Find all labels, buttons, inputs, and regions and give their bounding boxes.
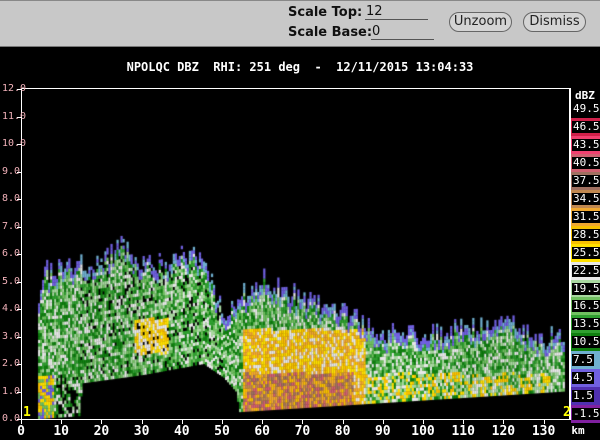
legend-label: 49.5 (572, 102, 600, 115)
y-tick-mark (17, 391, 22, 393)
x-tick-label: 130 (531, 424, 556, 439)
x-tick-mark (503, 420, 505, 424)
unzoom-button[interactable]: Unzoom (449, 12, 512, 32)
y-tick-mark (17, 144, 22, 145)
y-tick-mark (17, 171, 22, 173)
legend-item: 25.5 (571, 243, 600, 262)
legend-label: 7.5 (572, 353, 594, 367)
legend-item: 10.5 (571, 333, 600, 352)
legend-label: 4.5 (572, 371, 594, 385)
scale-base-input[interactable]: 0 (371, 24, 434, 40)
legend-label: 28.5 (572, 227, 600, 241)
legend-label: -1.5 (572, 407, 600, 421)
x-tick-mark (61, 420, 63, 424)
y-tick-mark (17, 226, 22, 228)
y-tick-mark (17, 364, 22, 365)
x-tick-label: 90 (374, 424, 391, 439)
y-tick-label: 10.0 (2, 138, 27, 149)
x-tick-mark (342, 420, 344, 424)
legend-item: 40.5 (571, 153, 600, 172)
legend-label: 37.5 (572, 173, 600, 187)
legend-label: 31.5 (572, 209, 600, 223)
plot-title: NPOLQC DBZ RHI: 251 deg - 12/11/2015 13:… (126, 60, 474, 74)
legend-label: 13.5 (572, 317, 600, 331)
legend-item: 13.5 (571, 315, 600, 334)
x-tick-label: 120 (491, 424, 516, 439)
x-tick-mark (262, 420, 264, 424)
legend-label: 43.5 (572, 137, 600, 151)
legend-label: 1.5 (572, 389, 594, 403)
legend-label: 46.5 (572, 119, 600, 133)
plot-area (21, 88, 571, 420)
legend-label: 16.5 (572, 299, 600, 313)
x-tick-mark (463, 420, 465, 424)
legend-item: 31.5 (571, 207, 600, 226)
x-tick-mark (302, 420, 304, 424)
x-tick-mark (101, 420, 103, 424)
x-tick-label: 0 (17, 424, 25, 439)
x-unit-label: km (571, 424, 585, 437)
x-tick-label: 60 (254, 424, 271, 439)
y-tick-mark (17, 281, 22, 283)
legend-label: 25.5 (572, 245, 600, 259)
legend-item: 4.5 (571, 369, 600, 388)
legend-item: 37.5 (571, 171, 600, 190)
y-tick-mark (17, 309, 22, 310)
legend-label: 22.5 (572, 263, 600, 277)
legend-item: 1.5 (571, 387, 600, 406)
scale-base-label: Scale Base: (288, 25, 373, 40)
marker-1: 1 (23, 405, 31, 420)
x-tick-label: 10 (53, 424, 70, 439)
x-tick-label: 110 (451, 424, 475, 439)
legend-label: 19.5 (572, 281, 600, 295)
y-tick-mark (17, 254, 22, 255)
x-tick-label: 20 (93, 424, 110, 439)
legend-item: 19.5 (571, 279, 600, 298)
dismiss-button[interactable]: Dismiss (523, 12, 586, 32)
x-tick-mark (222, 420, 223, 424)
legend-item: 46.5 (571, 117, 600, 136)
scale-top-input[interactable]: 12 (365, 4, 428, 20)
legend-item: 22.5 (571, 261, 600, 280)
x-tick-label: 80 (334, 424, 351, 439)
y-tick-mark (17, 89, 22, 90)
legend-item: 34.5 (571, 189, 600, 208)
y-tick-label: 11.0 (2, 110, 27, 122)
x-tick-mark (382, 420, 384, 424)
legend-item: 16.5 (571, 297, 600, 316)
legend-item: 7.5 (571, 351, 600, 370)
x-tick-label: 70 (294, 424, 311, 439)
x-tick-label: 100 (411, 424, 435, 439)
x-tick-label: 30 (133, 424, 150, 439)
legend-label: 40.5 (572, 155, 600, 169)
x-tick-mark (543, 420, 545, 424)
x-tick-label: 50 (214, 424, 230, 439)
legend-item: -1.5 (571, 405, 600, 424)
legend-item: 43.5 (571, 135, 600, 154)
legend-label: 34.5 (572, 191, 600, 205)
x-tick-mark (21, 420, 22, 424)
legend-item: 28.5 (571, 225, 600, 244)
x-tick-mark (141, 420, 143, 424)
legend-label: 10.5 (572, 335, 600, 349)
x-tick-label: 40 (173, 424, 190, 439)
y-tick-mark (17, 116, 22, 118)
x-tick-mark (181, 420, 183, 424)
scale-top-label: Scale Top: (288, 5, 363, 20)
x-tick-mark (423, 420, 424, 424)
control-bar: Scale Top: 12 Scale Base: 0 Unzoom Dismi… (0, 0, 600, 47)
marker-2: 2 (563, 405, 571, 420)
y-tick-label: 12.0 (2, 83, 27, 94)
y-tick-mark (17, 336, 22, 338)
legend-item: 49.5 (571, 100, 600, 118)
y-tick-mark (17, 199, 22, 200)
